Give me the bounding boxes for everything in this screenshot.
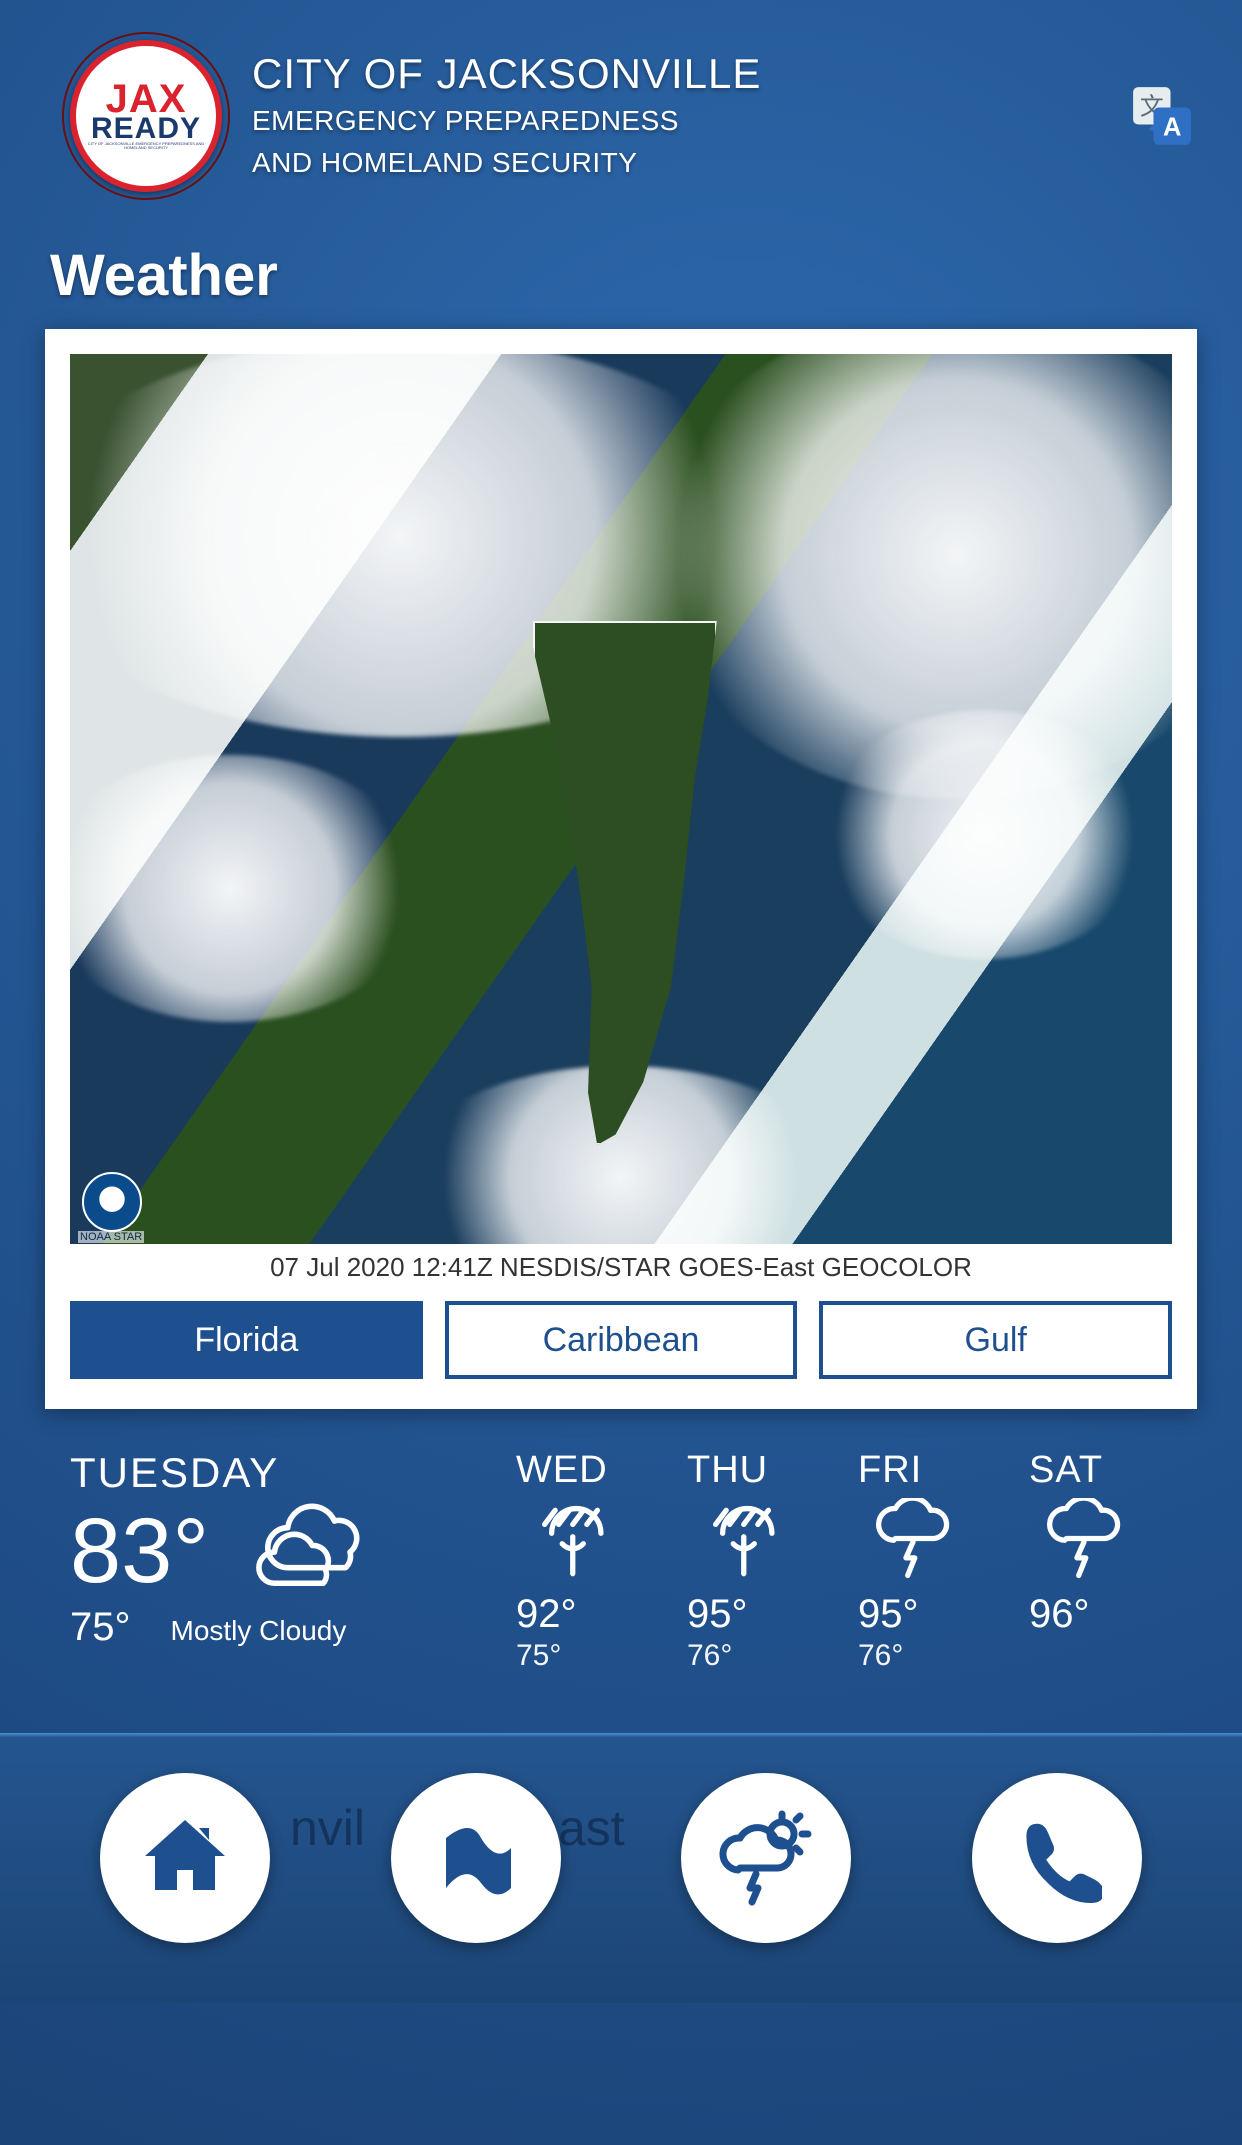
region-tab-gulf[interactable]: Gulf	[819, 1301, 1172, 1379]
nav-weather-button[interactable]	[681, 1773, 851, 1943]
header-title-block: CITY OF JACKSONVILLE EMERGENCY PREPAREDN…	[252, 50, 1122, 182]
forecast-day-wed[interactable]: WED 92° 75°	[510, 1449, 681, 1673]
city-name: CITY OF JACKSONVILLE	[252, 50, 1122, 98]
forecast-day-fri[interactable]: FRI 95° 76°	[852, 1449, 1023, 1673]
bottom-nav: nvil ast	[0, 1737, 1242, 2003]
rain-icon	[516, 1498, 626, 1586]
map-icon	[426, 1808, 526, 1908]
day-label: THU	[687, 1449, 846, 1492]
storm-icon	[858, 1498, 968, 1586]
florida-outline	[533, 621, 717, 1145]
app-header: JAX READY CITY OF JACKSONVILLE EMERGENCY…	[0, 0, 1242, 212]
region-tab-label: Florida	[194, 1321, 298, 1360]
jaxready-logo: JAX READY CITY OF JACKSONVILLE EMERGENCY…	[70, 40, 222, 192]
region-tabs: Florida Caribbean Gulf	[70, 1301, 1172, 1379]
translate-button[interactable]	[1122, 76, 1202, 156]
weather-icon	[716, 1808, 816, 1908]
ghost-text-left: nvil	[290, 1799, 365, 1857]
noaa-badge-icon	[82, 1172, 142, 1232]
nav-map-button[interactable]	[391, 1773, 561, 1943]
day-label: FRI	[858, 1449, 1017, 1492]
day-high: 95°	[858, 1592, 1017, 1637]
satellite-caption: 07 Jul 2020 12:41Z NESDIS/STAR GOES-East…	[70, 1244, 1172, 1301]
satellite-image[interactable]: NOAA STAR	[70, 354, 1172, 1244]
region-tab-label: Caribbean	[543, 1321, 700, 1360]
cloud-overlay	[70, 755, 423, 1022]
rain-icon	[687, 1498, 797, 1586]
noaa-label: NOAA STAR	[78, 1231, 144, 1243]
storm-icon	[1029, 1498, 1139, 1586]
logo-subtext: CITY OF JACKSONVILLE EMERGENCY PREPAREDN…	[76, 142, 216, 150]
forecast-day-sat[interactable]: SAT 96°	[1023, 1449, 1194, 1673]
forecast-days: WED 92° 75° THU 95° 76° FRI 95° 76° SAT …	[510, 1449, 1194, 1673]
today-low: 75°	[70, 1605, 131, 1650]
day-low: 76°	[687, 1639, 846, 1673]
region-tab-florida[interactable]: Florida	[70, 1301, 423, 1379]
forecast-panel: TUESDAY 83° 75° Mostly Cloudy WED 92° 75…	[0, 1409, 1242, 1723]
day-label: WED	[516, 1449, 675, 1492]
department-line2: AND HOMELAND SECURITY	[252, 144, 1122, 182]
translate-icon	[1128, 82, 1196, 150]
region-tab-caribbean[interactable]: Caribbean	[445, 1301, 798, 1379]
satellite-card: NOAA STAR 07 Jul 2020 12:41Z NESDIS/STAR…	[45, 329, 1197, 1409]
home-icon	[135, 1808, 235, 1908]
day-label: SAT	[1029, 1449, 1188, 1492]
day-low: 75°	[516, 1639, 675, 1673]
department-line1: EMERGENCY PREPAREDNESS	[252, 102, 1122, 140]
page-title: Weather	[0, 212, 1242, 329]
forecast-today[interactable]: TUESDAY 83° 75° Mostly Cloudy	[70, 1449, 510, 1673]
cloud-overlay	[819, 710, 1150, 959]
phone-icon	[1012, 1813, 1102, 1903]
day-high: 92°	[516, 1592, 675, 1637]
nav-phone-button[interactable]	[972, 1773, 1142, 1943]
region-tab-label: Gulf	[965, 1321, 1027, 1360]
nav-home-button[interactable]	[100, 1773, 270, 1943]
forecast-day-thu[interactable]: THU 95° 76°	[681, 1449, 852, 1673]
day-low: 76°	[858, 1639, 1017, 1673]
cloudy-icon	[235, 1501, 385, 1601]
logo-line1: JAX	[106, 83, 187, 115]
today-condition: Mostly Cloudy	[171, 1615, 347, 1647]
day-high: 96°	[1029, 1592, 1188, 1637]
today-high: 83°	[70, 1505, 209, 1597]
today-dayname: TUESDAY	[70, 1449, 510, 1497]
logo-line2: READY	[91, 115, 201, 142]
day-high: 95°	[687, 1592, 846, 1637]
ghost-text-right: ast	[558, 1799, 625, 1857]
